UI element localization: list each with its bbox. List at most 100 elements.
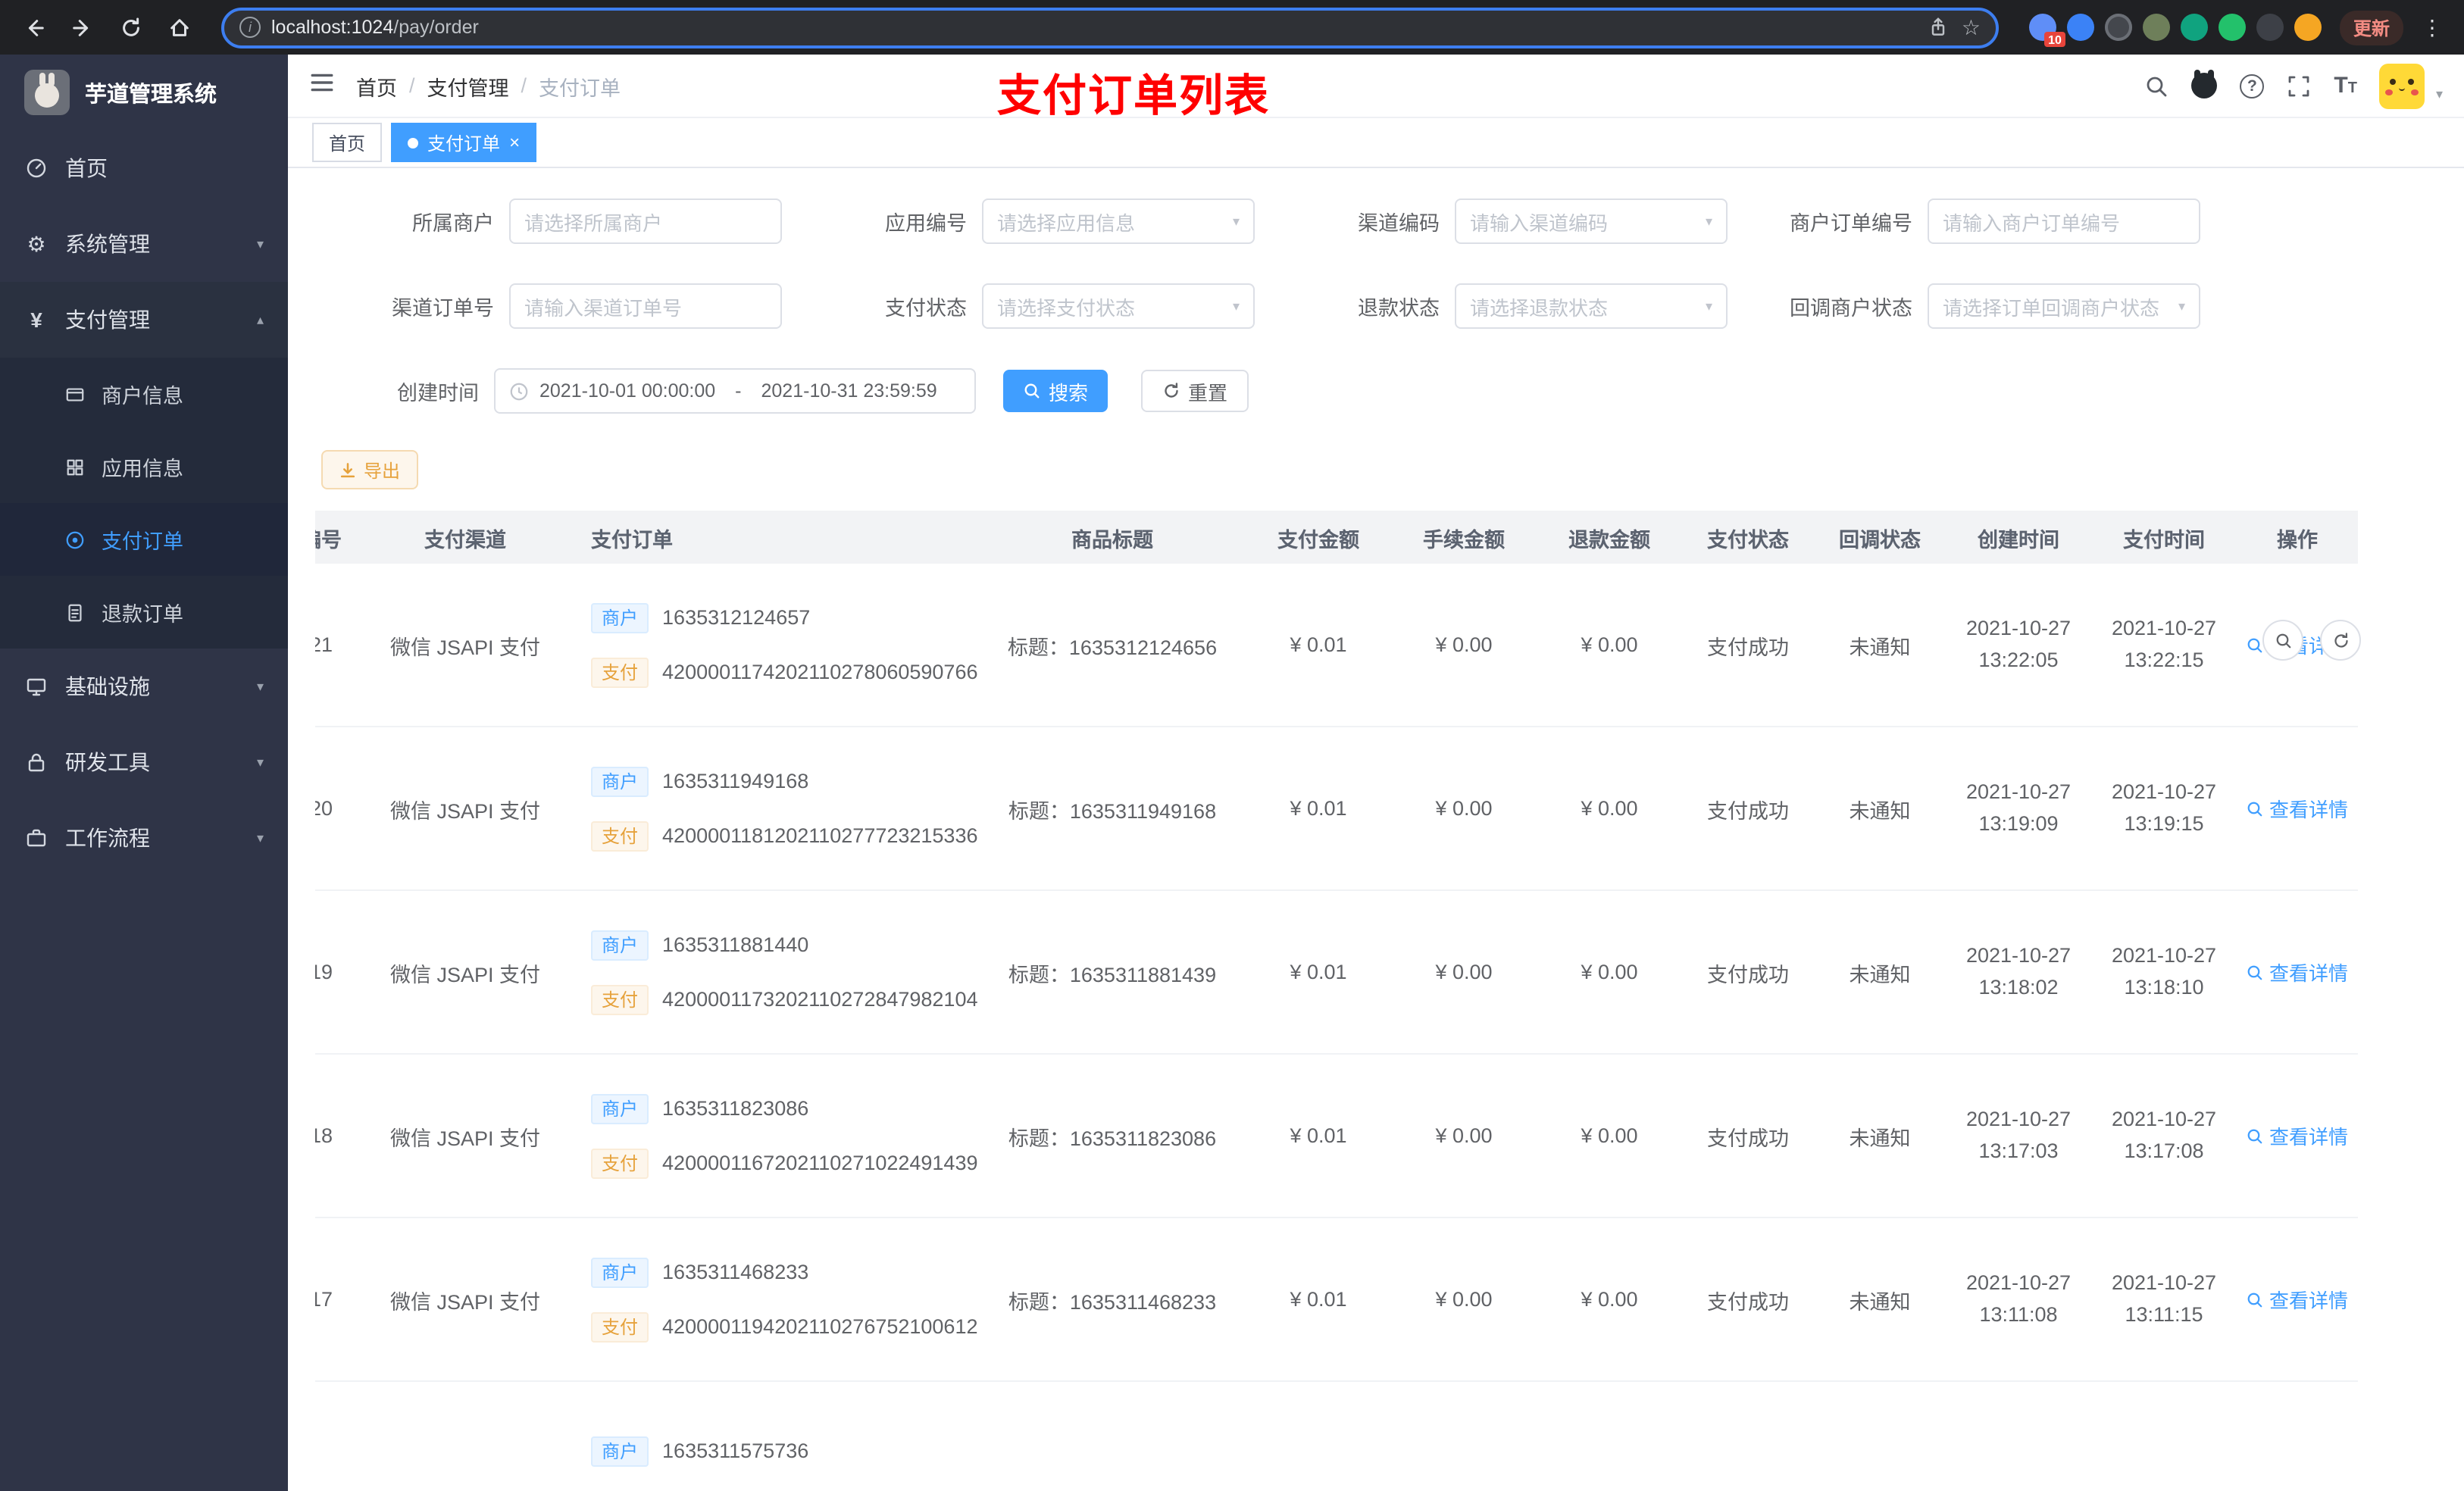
- avatar-extension-icon[interactable]: [2294, 14, 2322, 41]
- chevron-down-icon: ▾: [256, 754, 264, 769]
- reload-icon[interactable]: [112, 9, 149, 45]
- lock-icon: [24, 752, 48, 773]
- pay-menu-group: ¥ 支付管理 ▴ 商户信息 应用信息 支付订单 退款订单: [0, 282, 288, 649]
- search-button[interactable]: 搜索: [1003, 370, 1108, 412]
- extension-icon[interactable]: [2180, 14, 2208, 41]
- pay-tag: 支付: [591, 1148, 649, 1178]
- sidebar-item-infra[interactable]: 基础设施 ▾: [0, 649, 288, 724]
- notify-status-select[interactable]: 请选择订单回调商户状态 ▾: [1928, 283, 2200, 329]
- github-icon[interactable]: [2191, 70, 2218, 98]
- breadcrumb-home[interactable]: 首页: [356, 70, 397, 101]
- tags-view-bar: 首页 支付订单 ×: [288, 118, 2464, 168]
- share-icon[interactable]: [1928, 17, 1950, 38]
- extension-icon[interactable]: [2142, 14, 2170, 41]
- extension-icon[interactable]: [2218, 14, 2246, 41]
- bookmark-star-icon[interactable]: ☆: [1962, 17, 1981, 38]
- user-avatar[interactable]: [2379, 63, 2425, 108]
- sidebar-item-workflow[interactable]: 工作流程 ▾: [0, 800, 288, 876]
- page-annotation-title: 支付订单列表: [997, 73, 1271, 121]
- refresh-icon[interactable]: [2320, 620, 2361, 661]
- tab-home[interactable]: 首页: [312, 123, 383, 162]
- export-button[interactable]: 导出: [321, 450, 419, 489]
- sidebar-item-merchant-info[interactable]: 商户信息: [0, 358, 288, 430]
- view-detail-link[interactable]: 查看详情: [2247, 1285, 2348, 1314]
- merchant-order-no-input[interactable]: 请输入商户订单编号: [1928, 198, 2200, 244]
- refund-amount: ¥ 0.00: [1581, 961, 1638, 983]
- date-range-picker[interactable]: 2021-10-01 00:00:00 - 2021-10-31 23:59:5…: [494, 368, 976, 414]
- sidebar-item-home[interactable]: 首页: [0, 130, 288, 206]
- browser-menu-icon[interactable]: ⋮: [2416, 14, 2449, 40]
- back-icon[interactable]: [15, 9, 52, 45]
- pay-amount: ¥ 0.01: [1290, 633, 1347, 656]
- sidebar-item-refund-order[interactable]: 退款订单: [0, 576, 288, 649]
- card-icon: [64, 384, 86, 404]
- hamburger-icon[interactable]: [309, 69, 335, 102]
- merchant-tag: 商户: [591, 602, 649, 633]
- home-icon[interactable]: [161, 9, 197, 45]
- paid-time: 2021-10-27 13:11:15: [2111, 1271, 2217, 1326]
- view-detail-link[interactable]: 查看详情: [2247, 794, 2348, 823]
- merchant-input[interactable]: 请选择所属商户: [509, 198, 782, 244]
- avatar-caret-icon[interactable]: ▾: [2436, 86, 2443, 108]
- channel-order-no-input[interactable]: 请输入渠道订单号: [509, 283, 782, 329]
- view-detail-link[interactable]: 查看详情: [2247, 1121, 2348, 1150]
- navbar: 首页 / 支付管理 / 支付订单 支付订单列表 ? TT ▾: [288, 55, 2464, 121]
- extension-icon[interactable]: [2104, 14, 2132, 41]
- magnifier-icon: [2248, 801, 2263, 816]
- view-detail-link[interactable]: 查看详情: [2247, 958, 2348, 986]
- app-id-select[interactable]: 请选择应用信息 ▾: [982, 198, 1255, 244]
- font-size-icon[interactable]: TT: [2334, 74, 2357, 97]
- forward-icon[interactable]: [64, 9, 100, 45]
- extension-icon[interactable]: [2066, 14, 2094, 41]
- browser-update-button[interactable]: 更新: [2339, 10, 2403, 45]
- monitor-icon: [24, 676, 48, 697]
- channel-code-select[interactable]: 请输入渠道编码 ▾: [1455, 198, 1728, 244]
- pay-status-select[interactable]: 请选择支付状态 ▾: [982, 283, 1255, 329]
- pay-channel: 微信 JSAPI 支付: [389, 799, 540, 822]
- chevron-down-icon: ▾: [1232, 213, 1240, 228]
- clock-icon: [510, 382, 528, 400]
- app-logo[interactable]: 芋道管理系统: [0, 55, 288, 130]
- pay-amount: ¥ 0.01: [1290, 1288, 1347, 1311]
- url-bar[interactable]: i localhost:1024/pay/order ☆: [221, 7, 1999, 48]
- pay-status: 支付成功: [1707, 636, 1789, 658]
- sidebar-item-system[interactable]: ⚙ 系统管理 ▾: [0, 206, 288, 282]
- paid-time: 2021-10-27 13:19:15: [2111, 780, 2217, 835]
- tab-pay-order[interactable]: 支付订单 ×: [391, 123, 537, 162]
- help-icon[interactable]: ?: [2240, 73, 2265, 98]
- sidebar-item-app-info[interactable]: 应用信息: [0, 430, 288, 503]
- chevron-down-icon: ▾: [1705, 213, 1712, 228]
- merchant-order-no: 1635311949168: [662, 770, 809, 792]
- pay-transaction-no: 4200001181202110277723215336: [662, 824, 978, 847]
- document-icon: [64, 602, 86, 622]
- puzzle-extension-icon[interactable]: [2256, 14, 2284, 41]
- pay-transaction-no: 4200001194202110276752100612: [662, 1315, 978, 1338]
- pay-status: 支付成功: [1707, 799, 1789, 822]
- hide-search-icon[interactable]: [2262, 620, 2303, 661]
- sidebar-item-pay-order[interactable]: 支付订单: [0, 503, 288, 576]
- merchant-order-no: 1635311468233: [662, 1261, 809, 1283]
- reset-button[interactable]: 重置: [1141, 370, 1249, 412]
- sidebar-item-pay[interactable]: ¥ 支付管理 ▴: [0, 282, 288, 358]
- pay-channel: 微信 JSAPI 支付: [389, 963, 540, 986]
- pay-status: 支付成功: [1707, 1127, 1789, 1149]
- merchant-tag: 商户: [591, 930, 649, 960]
- product-title: 标题：1635311949168: [1008, 799, 1217, 822]
- order-id: 21: [315, 633, 333, 656]
- url-path: /pay/order: [393, 17, 479, 38]
- breadcrumb-pay[interactable]: 支付管理: [427, 70, 509, 101]
- created-time: 2021-10-27 13:22:05: [1965, 617, 2072, 671]
- paid-time: 2021-10-27 13:18:10: [2111, 944, 2217, 999]
- date-start: 2021-10-01 00:00:00: [539, 380, 716, 402]
- created-time: 2021-10-27 13:17:03: [1965, 1108, 2072, 1162]
- refund-status-select[interactable]: 请选择退款状态 ▾: [1455, 283, 1728, 329]
- close-icon[interactable]: ×: [509, 133, 520, 152]
- search-icon[interactable]: [2144, 73, 2169, 98]
- extension-icon[interactable]: 10: [2028, 14, 2065, 47]
- site-info-icon[interactable]: i: [239, 17, 261, 38]
- pay-tag: 支付: [591, 984, 649, 1014]
- fullscreen-icon[interactable]: [2287, 73, 2311, 98]
- content: 所属商户 请选择所属商户 应用编号 请选择应用信息 ▾ 渠道编码 请输入渠道编码 ▾: [288, 168, 2464, 1491]
- sidebar-item-devtools[interactable]: 研发工具 ▾: [0, 724, 288, 800]
- screen: i localhost:1024/pay/order ☆ 10 更新 ⋮ 芋道管: [0, 0, 2464, 1491]
